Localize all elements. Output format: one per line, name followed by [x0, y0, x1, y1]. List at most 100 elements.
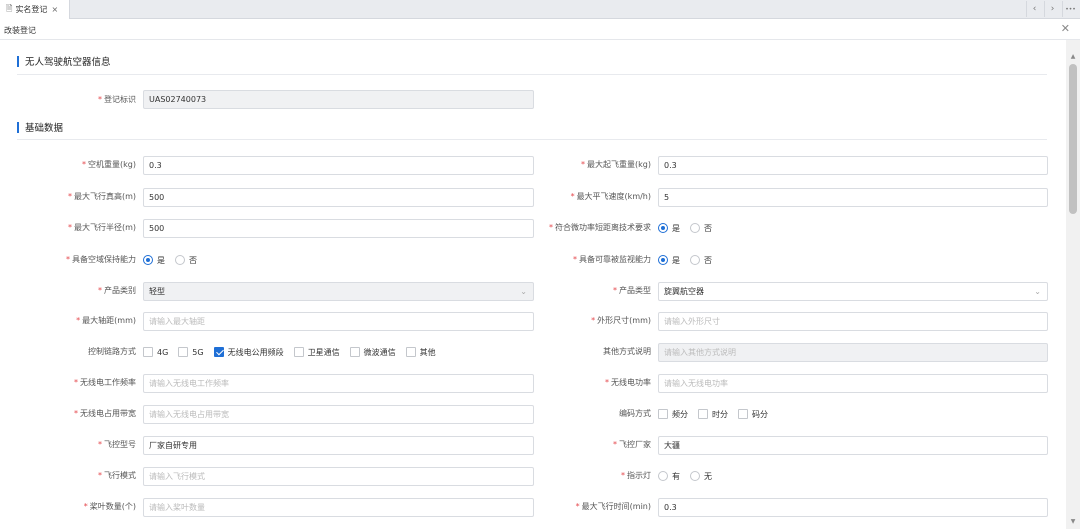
blade-count-input[interactable]: 请输入桨叶数量 [143, 498, 534, 517]
radio-option-yes[interactable]: 是 [658, 255, 680, 266]
checkbox[interactable] [178, 347, 189, 357]
checkbox[interactable] [213, 347, 224, 357]
radio-option-yes[interactable]: 是 [143, 255, 165, 266]
label-product-category: * 产品类别 [98, 286, 136, 295]
label-empty-weight: * 空机重量(kg) [82, 160, 136, 169]
subtitle-bar: 改装登记 ✕ [0, 19, 1080, 40]
flight-mode-input[interactable]: 请输入飞行模式 [143, 467, 534, 486]
radio-button[interactable] [658, 471, 668, 481]
radio-option-no[interactable]: 否 [690, 223, 712, 234]
checkbox-freq-division[interactable]: 频分 [658, 409, 688, 420]
label-fc-maker: * 飞控厂家 [613, 440, 651, 449]
label-max-flight-time: * 最大飞行时间(min) [575, 502, 651, 511]
checkbox-4g[interactable]: 4G [143, 347, 168, 357]
tab-prev-icon[interactable]: ‹ [1026, 1, 1042, 17]
max-takeoff-weight-field[interactable]: 0.3 [658, 156, 1048, 175]
label-product-type: * 产品类型 [613, 286, 651, 295]
label-encoding: 编码方式 [619, 409, 651, 418]
checkbox[interactable] [293, 347, 304, 357]
label-radio-bandwidth: * 无线电占用带宽 [74, 409, 136, 418]
control-link-checkbox-group: 4G 5G 无线电公用频段 卫星通信 微波通信 其他 [143, 343, 442, 361]
tab-more-icon[interactable]: ••• [1062, 1, 1078, 17]
chevron-down-icon: ⌄ [1034, 287, 1041, 296]
fc-model-field[interactable]: 厂家自研专用 [143, 436, 534, 455]
radio-option-no[interactable]: 否 [175, 255, 197, 266]
micro-power-radio-group: 是 否 [658, 219, 718, 237]
tab-real-name-registration[interactable]: 🗎 实名登记 × [0, 0, 70, 19]
label-airspace-keep: * 具备空域保持能力 [66, 255, 136, 264]
empty-weight-field[interactable]: 0.3 [143, 156, 534, 175]
airspace-keep-radio-group: 是 否 [143, 251, 203, 269]
radio-button[interactable] [143, 255, 153, 265]
radio-button[interactable] [690, 255, 700, 265]
checkbox-radio-public-band[interactable]: 无线电公用频段 [213, 347, 284, 358]
product-type-select[interactable]: 旋翼航空器 ⌄ [658, 282, 1048, 301]
vertical-scrollbar[interactable]: ▲ ▼ [1066, 40, 1080, 529]
radio-button[interactable] [690, 471, 700, 481]
checkbox-other[interactable]: 其他 [405, 347, 436, 358]
label-outer-size: * 外形尺寸(mm) [591, 316, 651, 325]
monitorable-radio-group: 是 否 [658, 251, 718, 269]
product-category-select[interactable]: 轻型 ⌄ [143, 282, 534, 301]
radio-option-has[interactable]: 有 [658, 471, 680, 482]
checkbox-microwave[interactable]: 微波通信 [349, 347, 396, 358]
checkbox[interactable] [349, 347, 360, 357]
indicator-radio-group: 有 无 [658, 467, 718, 485]
label-max-radius: * 最大飞行半径(m) [67, 223, 136, 232]
label-max-speed: * 最大平飞速度(km/h) [570, 192, 651, 201]
checkbox[interactable] [658, 409, 668, 419]
label-monitorable: * 具备可靠被监视能力 [573, 255, 651, 264]
encoding-checkbox-group: 频分 时分 码分 [658, 405, 774, 423]
tab-next-icon[interactable]: › [1044, 1, 1060, 17]
reg-id-field[interactable]: UAS02740073 [143, 90, 534, 109]
checkbox-satellite[interactable]: 卫星通信 [293, 347, 340, 358]
checkbox-time-division[interactable]: 时分 [698, 409, 728, 420]
radio-power-input[interactable]: 请输入无线电功率 [658, 374, 1048, 393]
radio-button[interactable] [658, 255, 668, 265]
label-other-method: 其他方式说明 [603, 347, 651, 356]
radio-button[interactable] [690, 223, 700, 233]
document-icon: 🗎 [6, 3, 13, 13]
max-radius-field[interactable]: 500 [143, 219, 534, 238]
max-speed-field[interactable]: 5 [658, 188, 1048, 207]
radio-button[interactable] [175, 255, 185, 265]
label-radio-freq: * 无线电工作频率 [74, 378, 136, 387]
radio-option-no[interactable]: 否 [690, 255, 712, 266]
scroll-up-icon[interactable]: ▲ [1066, 50, 1080, 62]
section-title-aircraft-info: 无人驾驶航空器信息 [17, 54, 111, 68]
divider [17, 139, 1047, 140]
label-indicator: * 指示灯 [621, 471, 651, 480]
radio-bandwidth-input[interactable]: 请输入无线电占用带宽 [143, 405, 534, 424]
max-wheelbase-input[interactable]: 请输入最大轴距 [143, 312, 534, 331]
max-flight-time-field[interactable]: 0.3 [658, 498, 1048, 517]
tab-bar: 🗎 实名登记 × ‹ › ••• [0, 0, 1080, 19]
checkbox-code-division[interactable]: 码分 [738, 409, 768, 420]
label-control-link: 控制链路方式 [88, 347, 136, 356]
checkbox[interactable] [405, 347, 416, 357]
max-altitude-field[interactable]: 500 [143, 188, 534, 207]
radio-button[interactable] [658, 223, 668, 233]
label-max-takeoff-weight: * 最大起飞重量(kg) [581, 160, 651, 169]
label-max-altitude: * 最大飞行真高(m) [67, 192, 136, 201]
scroll-down-icon[interactable]: ▼ [1066, 515, 1080, 527]
tab-label: 实名登记 [15, 5, 48, 14]
scrollbar-thumb[interactable] [1069, 64, 1077, 214]
label-blade-count: * 桨叶数量(个) [83, 502, 136, 511]
label-micro-power: * 符合微功率短距离技术要求 [549, 223, 651, 232]
tab-close-icon[interactable]: × [51, 5, 58, 14]
checkbox[interactable] [738, 409, 748, 419]
radio-option-none[interactable]: 无 [690, 471, 712, 482]
other-method-input[interactable]: 请输入其他方式说明 [658, 343, 1048, 362]
fc-maker-field[interactable]: 大疆 [658, 436, 1048, 455]
label-max-wheelbase: * 最大轴距(mm) [76, 316, 136, 325]
divider [17, 74, 1047, 75]
checkbox[interactable] [143, 347, 153, 357]
label-radio-power: * 无线电功率 [605, 378, 651, 387]
checkbox[interactable] [698, 409, 708, 419]
close-icon[interactable]: ✕ [1061, 22, 1070, 35]
checkbox-5g[interactable]: 5G [178, 347, 204, 357]
outer-size-input[interactable]: 请输入外形尺寸 [658, 312, 1048, 331]
page-title: 改装登记 [4, 26, 36, 35]
radio-freq-input[interactable]: 请输入无线电工作频率 [143, 374, 534, 393]
radio-option-yes[interactable]: 是 [658, 223, 680, 234]
